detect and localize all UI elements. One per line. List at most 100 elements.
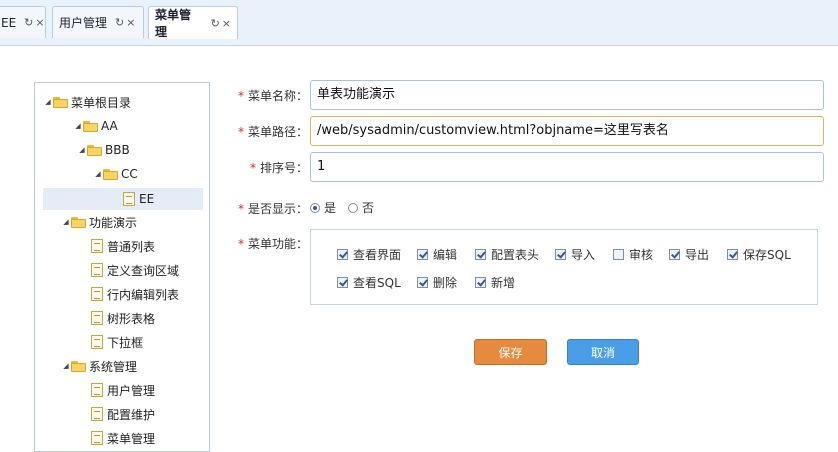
- checkbox-checked-icon[interactable]: [475, 277, 486, 288]
- tree-node-user-management[interactable]: 用户管理: [91, 379, 155, 401]
- tab-label: 用户管理: [59, 16, 108, 30]
- order-label: * 排序号：: [250, 159, 308, 176]
- expand-arrow-icon[interactable]: ◢: [43, 98, 53, 106]
- label-text: 菜单功能：: [248, 237, 309, 251]
- checkbox-config-header[interactable]: 配置表头: [475, 246, 539, 263]
- tab-menu-management[interactable]: 菜单管理 ↻ ×: [148, 6, 238, 39]
- tree-node-label: 系统管理: [89, 359, 138, 374]
- required-mark: *: [250, 161, 256, 175]
- checkbox-label: 新增: [491, 276, 516, 290]
- file-icon: [91, 287, 103, 301]
- checkbox-checked-icon[interactable]: [727, 249, 738, 260]
- tree-node-label: BBB: [105, 143, 130, 157]
- tree-node-system-management[interactable]: ◢ 系统管理: [61, 355, 137, 377]
- checkbox-import[interactable]: 导入: [555, 246, 595, 263]
- tree-node-root[interactable]: ◢ 菜单根目录: [43, 91, 131, 113]
- function-label: * 菜单功能：: [238, 235, 308, 252]
- expand-arrow-icon[interactable]: ◢: [61, 218, 71, 226]
- tree-node-label: EE: [139, 192, 155, 206]
- checkbox-label: 审核: [629, 248, 654, 262]
- tree-node-label: 菜单根目录: [71, 95, 132, 110]
- tree-node-define-query-area[interactable]: 定义查询区域: [91, 259, 179, 281]
- menu-tree: ◢ 菜单根目录 ◢ AA ◢ BBB ◢ CC EE ◢ 功能演示 普通列表 定…: [34, 82, 210, 452]
- checkbox-checked-icon[interactable]: [669, 249, 680, 260]
- menu-name-input[interactable]: 单表功能演示: [310, 80, 824, 110]
- checkbox-label: 导出: [685, 248, 710, 262]
- tree-node-bbb[interactable]: ◢ BBB: [77, 139, 130, 161]
- tree-node-feature-demo[interactable]: ◢ 功能演示: [61, 211, 137, 233]
- menu-path-label: * 菜单路径：: [238, 123, 308, 140]
- tree-node-aa[interactable]: ◢ AA: [73, 115, 117, 137]
- radio-label: 否: [362, 201, 375, 215]
- checkbox-audit[interactable]: 审核: [613, 246, 653, 263]
- menu-path-input[interactable]: /web/sysadmin/customview.html?objname=这里…: [310, 116, 824, 146]
- required-mark: *: [238, 237, 244, 251]
- close-icon[interactable]: ×: [126, 16, 135, 29]
- tab-user-management[interactable]: 用户管理 ↻ ×: [52, 6, 144, 38]
- checkbox-checked-icon[interactable]: [475, 249, 486, 260]
- expand-arrow-icon[interactable]: ◢: [93, 170, 103, 178]
- radio-selected-icon[interactable]: [310, 202, 320, 213]
- tree-node-label: 下拉框: [107, 335, 144, 350]
- checkbox-save-sql[interactable]: 保存SQL: [727, 246, 791, 263]
- tree-node-cc[interactable]: ◢ CC: [93, 163, 137, 185]
- checkbox-edit[interactable]: 编辑: [417, 246, 457, 263]
- tree-node-plain-list[interactable]: 普通列表: [91, 235, 155, 257]
- tab-bar: EE ↻ × 用户管理 ↻ × 菜单管理 ↻ ×: [0, 0, 838, 46]
- tree-node-inline-edit-list[interactable]: 行内编辑列表: [91, 283, 179, 305]
- tab-label: EE: [1, 15, 17, 30]
- show-yes-radio[interactable]: 是: [310, 199, 336, 216]
- folder-icon: [103, 168, 119, 180]
- order-input[interactable]: 1: [310, 152, 824, 182]
- checkbox-checked-icon[interactable]: [555, 249, 566, 260]
- required-mark: *: [238, 125, 244, 139]
- tree-node-label: 普通列表: [107, 239, 156, 254]
- checkbox-delete[interactable]: 删除: [417, 274, 457, 291]
- checkbox-checked-icon[interactable]: [417, 249, 428, 260]
- folder-icon: [71, 216, 87, 228]
- file-icon: [91, 335, 103, 349]
- label-text: 菜单路径：: [248, 125, 309, 139]
- tree-node-label: 功能演示: [89, 215, 138, 230]
- checkbox-label: 保存SQL: [743, 248, 791, 262]
- label-text: 排序号：: [260, 161, 309, 175]
- tree-node-menu-management[interactable]: 菜单管理: [91, 427, 155, 449]
- checkbox-checked-icon[interactable]: [337, 277, 348, 288]
- folder-icon: [83, 120, 99, 132]
- checkbox-add[interactable]: 新增: [475, 274, 515, 291]
- tree-node-config-maintenance[interactable]: 配置维护: [91, 403, 155, 425]
- menu-name-label: * 菜单名称：: [238, 87, 308, 104]
- close-icon[interactable]: ×: [35, 16, 44, 29]
- checkbox-label: 删除: [433, 276, 458, 290]
- folder-icon: [87, 144, 103, 156]
- file-icon: [91, 407, 103, 421]
- save-button[interactable]: 保存: [474, 339, 547, 365]
- refresh-icon[interactable]: ↻: [115, 16, 124, 29]
- expand-arrow-icon[interactable]: ◢: [61, 362, 71, 370]
- label-text: 菜单名称：: [248, 89, 309, 103]
- file-icon: [91, 239, 103, 253]
- show-no-radio[interactable]: 否: [348, 199, 374, 216]
- radio-unselected-icon[interactable]: [348, 202, 358, 213]
- tree-node-tree-table[interactable]: 树形表格: [91, 307, 155, 329]
- checkbox-view-sql[interactable]: 查看SQL: [337, 274, 401, 291]
- tree-node-label: 行内编辑列表: [107, 287, 180, 302]
- checkbox-export[interactable]: 导出: [669, 246, 709, 263]
- radio-label: 是: [324, 201, 337, 215]
- expand-arrow-icon[interactable]: ◢: [73, 122, 83, 130]
- tree-node-dropdown[interactable]: 下拉框: [91, 331, 143, 353]
- refresh-icon[interactable]: ↻: [24, 16, 33, 29]
- expand-arrow-icon[interactable]: ◢: [77, 146, 87, 154]
- checkbox-label: 查看界面: [353, 248, 402, 262]
- close-icon[interactable]: ×: [222, 17, 231, 30]
- checkbox-checked-icon[interactable]: [417, 277, 428, 288]
- file-icon: [123, 192, 135, 206]
- checkbox-unchecked-icon[interactable]: [613, 249, 624, 260]
- tab-ee[interactable]: EE ↻ ×: [0, 6, 46, 38]
- cancel-button[interactable]: 取消: [567, 339, 639, 365]
- checkbox-view[interactable]: 查看界面: [337, 246, 401, 263]
- refresh-icon[interactable]: ↻: [211, 17, 220, 30]
- checkbox-label: 配置表头: [491, 248, 540, 262]
- checkbox-checked-icon[interactable]: [337, 249, 348, 260]
- tree-node-ee[interactable]: EE: [43, 188, 203, 210]
